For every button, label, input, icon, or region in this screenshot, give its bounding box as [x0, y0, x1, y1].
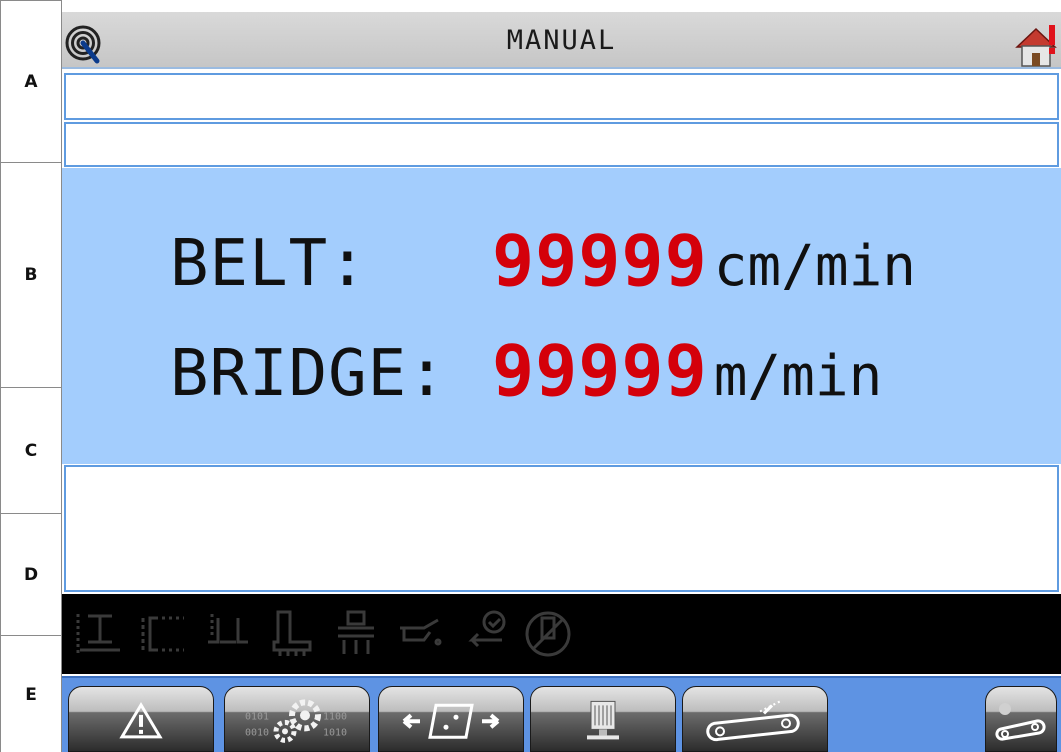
message-line-2	[64, 122, 1059, 167]
settings-gears-button[interactable]: 0101 1100 0010 1010	[224, 686, 370, 752]
translate-plate-button[interactable]	[378, 686, 524, 752]
speed-readout-panel	[62, 168, 1061, 464]
spray-nozzles-icon	[338, 610, 374, 654]
home-alert-icon[interactable]	[1013, 23, 1059, 69]
belt-speed-button[interactable]	[682, 686, 828, 752]
message-line-1	[64, 73, 1059, 120]
warning-triangle-icon	[119, 701, 163, 739]
hmi-screen: MANUAL BELT: 99999 cm/min BRIDGE: 99999 …	[62, 0, 1061, 752]
bridge-speed-value: 99999	[492, 330, 708, 412]
section-label-c: C	[1, 388, 61, 514]
section-label-column: A B C D E	[0, 0, 62, 752]
gears-icon: 0101 1100 0010 1010	[245, 699, 347, 743]
motor-button[interactable]	[530, 686, 676, 752]
section-label-d: D	[1, 514, 61, 636]
belt-speed-unit: cm/min	[713, 234, 917, 299]
beam-lift-icon	[76, 614, 120, 654]
bridge-label: BRIDGE:	[170, 337, 447, 411]
belt-speed-value: 99999	[492, 220, 708, 302]
conveyor-toggle-button[interactable]	[985, 686, 1057, 752]
belt-label: BELT:	[170, 227, 368, 301]
bridge-speed-unit: m/min	[713, 344, 883, 409]
bridge-speed-row: BRIDGE: 99999 m/min	[170, 330, 882, 412]
plate-shift-icon	[402, 703, 500, 739]
title-bar: MANUAL	[62, 12, 1061, 69]
alarm-warning-button[interactable]	[68, 686, 214, 752]
section-label-e: E	[25, 684, 37, 705]
bits-text-1: 0101	[245, 711, 269, 722]
oil-can-icon	[400, 618, 442, 646]
disabled-tool-icon	[525, 611, 571, 657]
bracket-adjust-icon	[141, 616, 184, 652]
brush-icon	[272, 610, 312, 656]
info-panel	[64, 465, 1059, 592]
bits-text-3: 0010	[245, 727, 269, 738]
width-adjust-icon	[208, 614, 248, 644]
bits-text-2: 1100	[323, 711, 347, 722]
belt-speed-row: BELT: 99999 cm/min	[170, 220, 916, 302]
status-icon-bar	[62, 594, 1061, 674]
bits-text-4: 1010	[323, 727, 347, 738]
motor-icon	[587, 700, 619, 740]
conveyor-speed-icon	[706, 700, 800, 742]
section-label-a: A	[1, 1, 61, 163]
section-label-b: B	[1, 163, 61, 388]
conveyor-belt-icon	[995, 703, 1046, 741]
return-check-icon	[468, 610, 506, 648]
page-title: MANUAL	[506, 25, 617, 56]
bottom-toolbar: 0101 1100 0010 1010	[62, 676, 1061, 752]
